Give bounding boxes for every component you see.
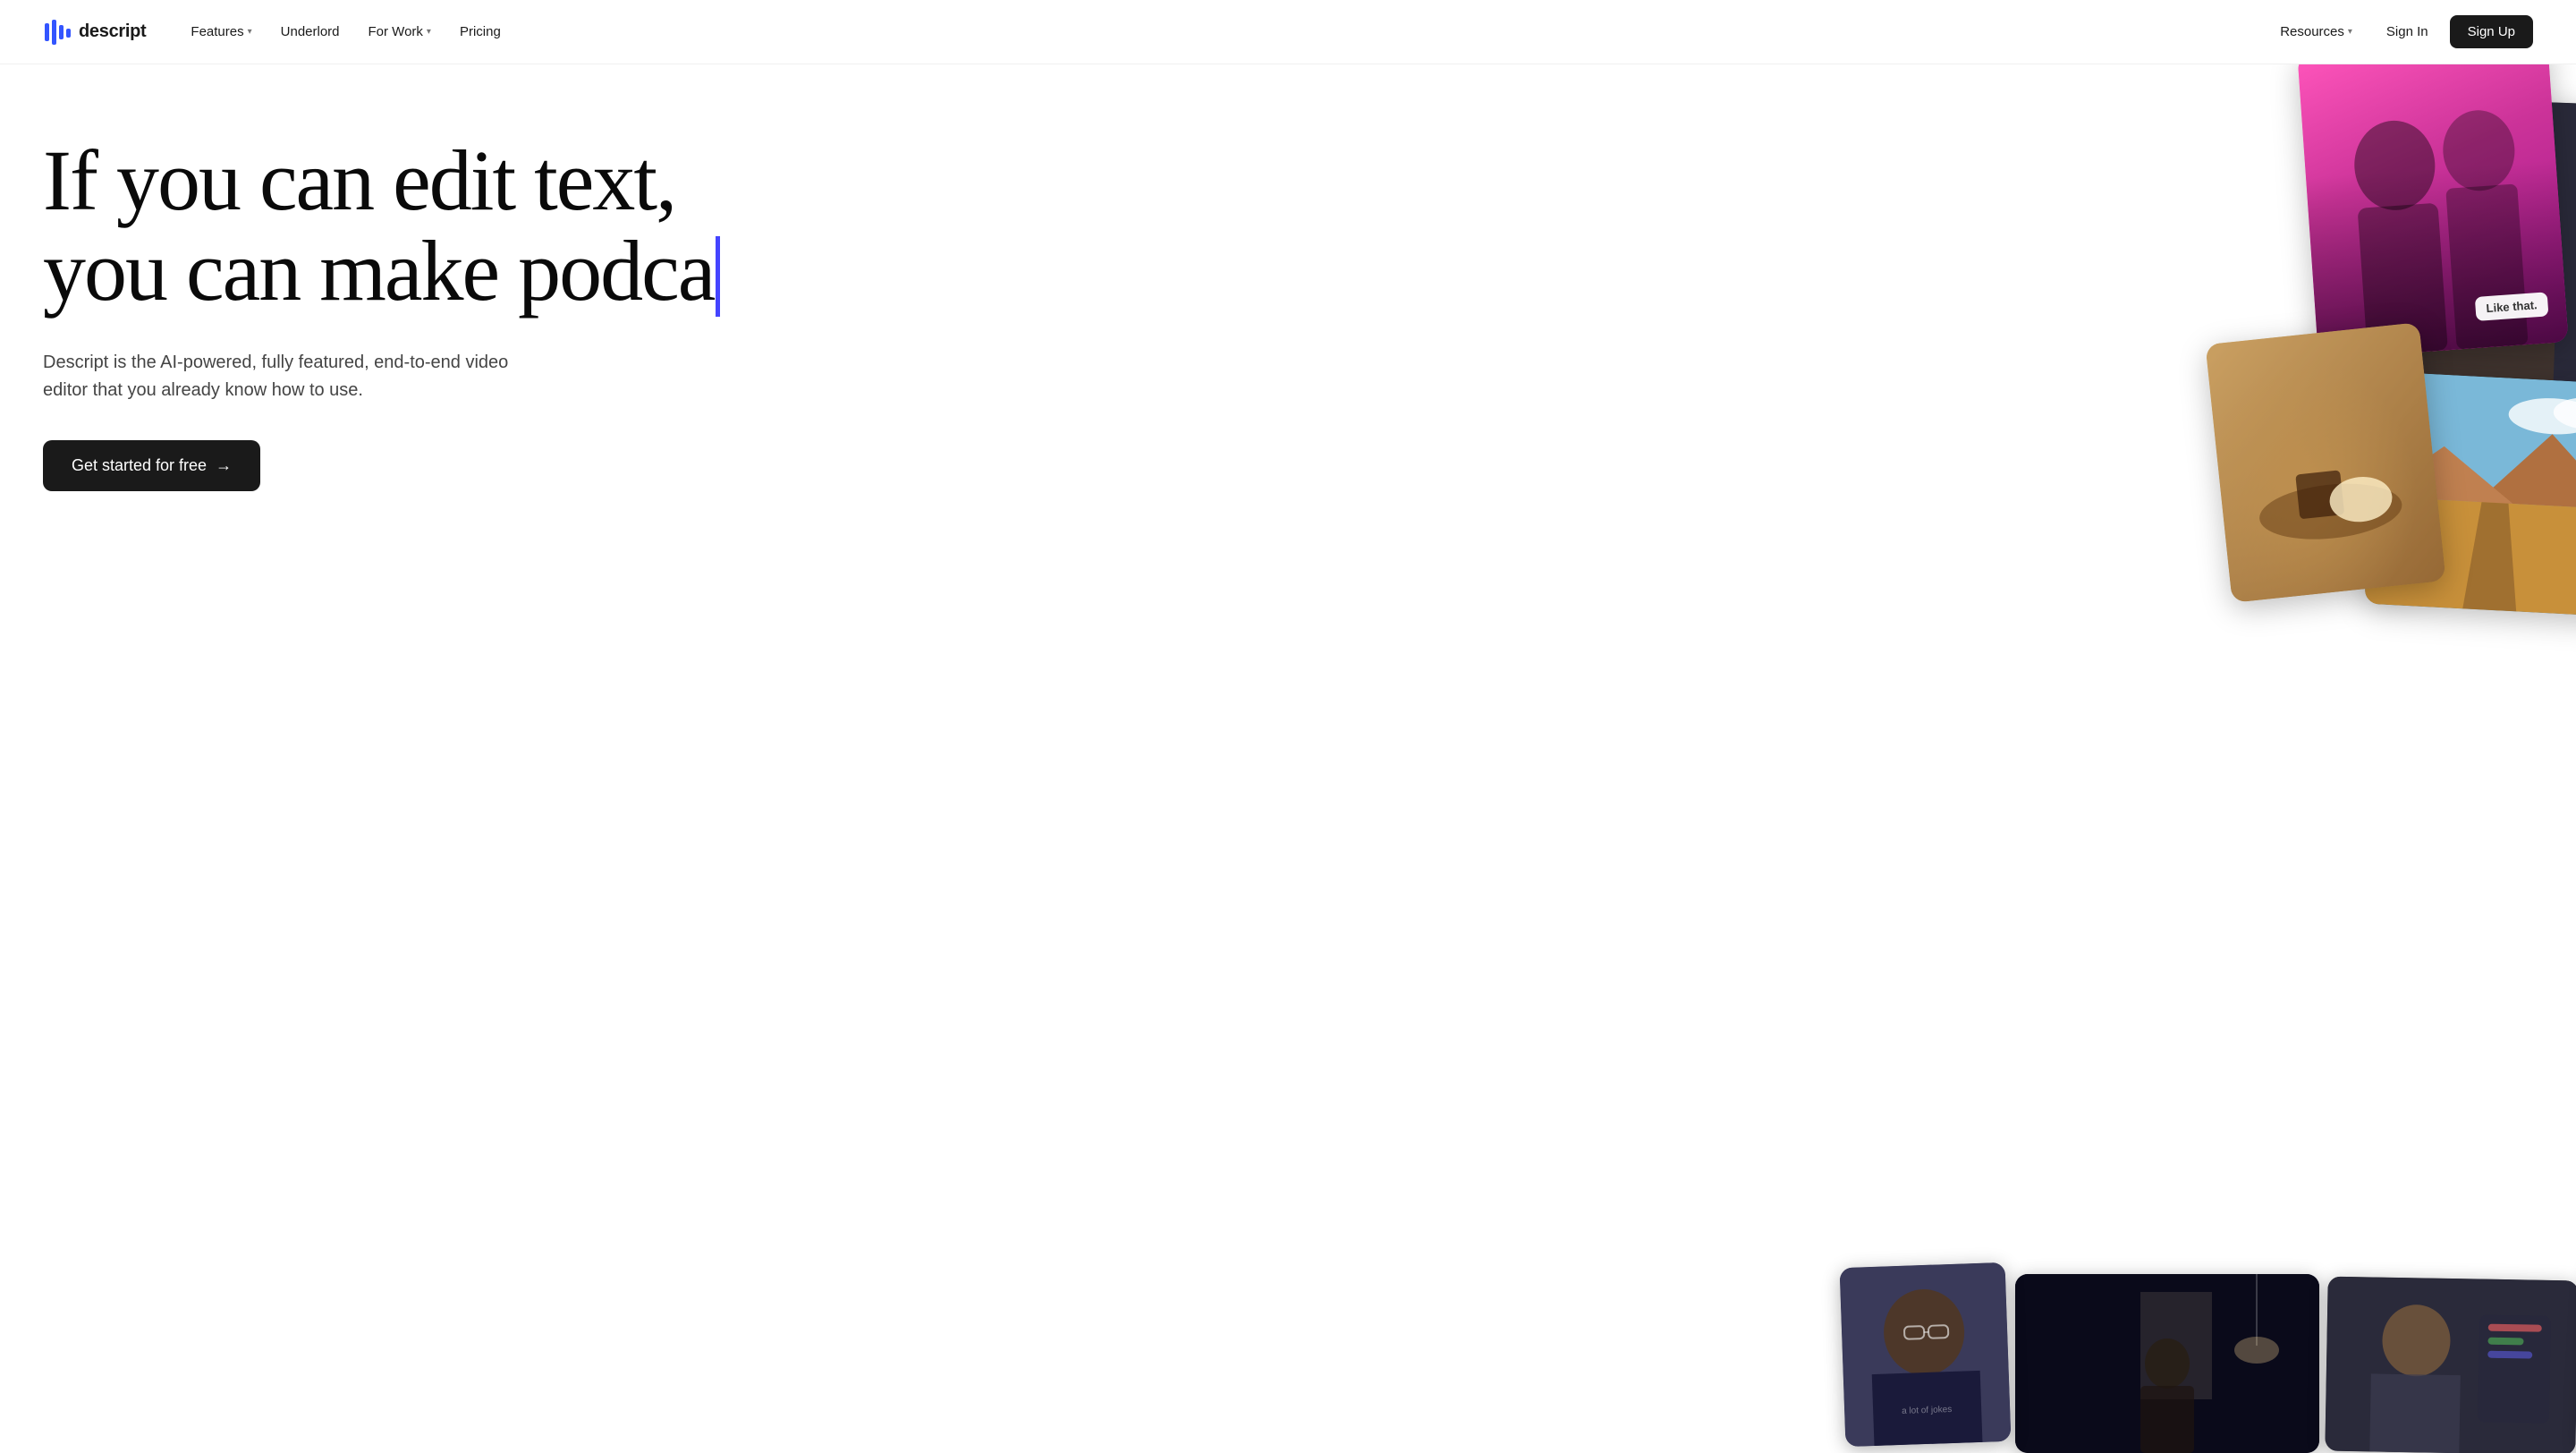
equipment-illustration — [2325, 1277, 2576, 1453]
desert-overlay — [2364, 371, 2576, 616]
video-card-food — [2206, 322, 2446, 602]
logo[interactable]: descript — [43, 18, 146, 47]
hero-content: If you can edit text, you can make podca… — [43, 136, 902, 491]
video-card-dark-top: 📹 — [2365, 97, 2576, 391]
cinematic-illustration — [2015, 1274, 2319, 1453]
hero-headline: If you can edit text, you can make podca — [43, 136, 902, 320]
svg-text:📹: 📹 — [2477, 294, 2493, 310]
for-work-chevron-icon: ▾ — [427, 27, 431, 37]
brand-name: descript — [79, 21, 146, 42]
people-illustration — [2297, 64, 2568, 359]
video-collage: Like that. 📹 — [1914, 64, 2576, 1453]
text-cursor — [716, 236, 720, 317]
painting-overlay — [2206, 322, 2446, 602]
nav-links: Features ▾ Underlord For Work ▾ Pricing — [178, 17, 513, 47]
desert-illustration — [2364, 371, 2576, 616]
nav-link-for-work[interactable]: For Work ▾ — [356, 17, 444, 47]
sign-up-button[interactable]: Sign Up — [2450, 15, 2533, 48]
nav-link-underlord[interactable]: Underlord — [268, 17, 352, 47]
navbar: descript Features ▾ Underlord For Work ▾… — [0, 0, 2576, 64]
like-badge: Like that. — [2475, 292, 2549, 321]
video-card-pink: Like that. — [2297, 64, 2568, 359]
nav-right: Resources ▾ Sign In Sign Up — [2267, 15, 2533, 48]
svg-text:a lot of jokes: a lot of jokes — [1902, 1405, 1953, 1416]
nav-link-pricing[interactable]: Pricing — [447, 17, 513, 47]
get-started-button[interactable]: Get started for free → — [43, 440, 260, 491]
nav-link-resources[interactable]: Resources ▾ — [2267, 17, 2365, 47]
video-card-desert — [2364, 371, 2576, 616]
nav-left: descript Features ▾ Underlord For Work ▾… — [43, 17, 513, 47]
bottom-video-cards: a lot of jokes — [1843, 1238, 2576, 1453]
thumb-card-equipment — [2325, 1277, 2576, 1453]
person-illustration-2: 📹 — [2365, 97, 2576, 391]
thumb-card-cinematic — [2015, 1274, 2319, 1453]
hero-section: If you can edit text, you can make podca… — [0, 64, 2576, 1453]
hero-subtext: Descript is the AI-powered, fully featur… — [43, 349, 526, 404]
nav-link-features[interactable]: Features ▾ — [178, 17, 264, 47]
features-chevron-icon: ▾ — [248, 27, 252, 37]
arrow-icon: → — [216, 456, 232, 475]
video-card-pink-inner: Like that. — [2297, 64, 2568, 359]
thumb-card-person-glasses: a lot of jokes — [1840, 1262, 2012, 1447]
food-illustration — [2206, 322, 2446, 602]
sign-in-button[interactable]: Sign In — [2372, 17, 2443, 47]
glasses-person-illustration: a lot of jokes — [1840, 1262, 2012, 1447]
resources-chevron-icon: ▾ — [2348, 27, 2352, 37]
descript-logo-icon — [43, 18, 72, 47]
